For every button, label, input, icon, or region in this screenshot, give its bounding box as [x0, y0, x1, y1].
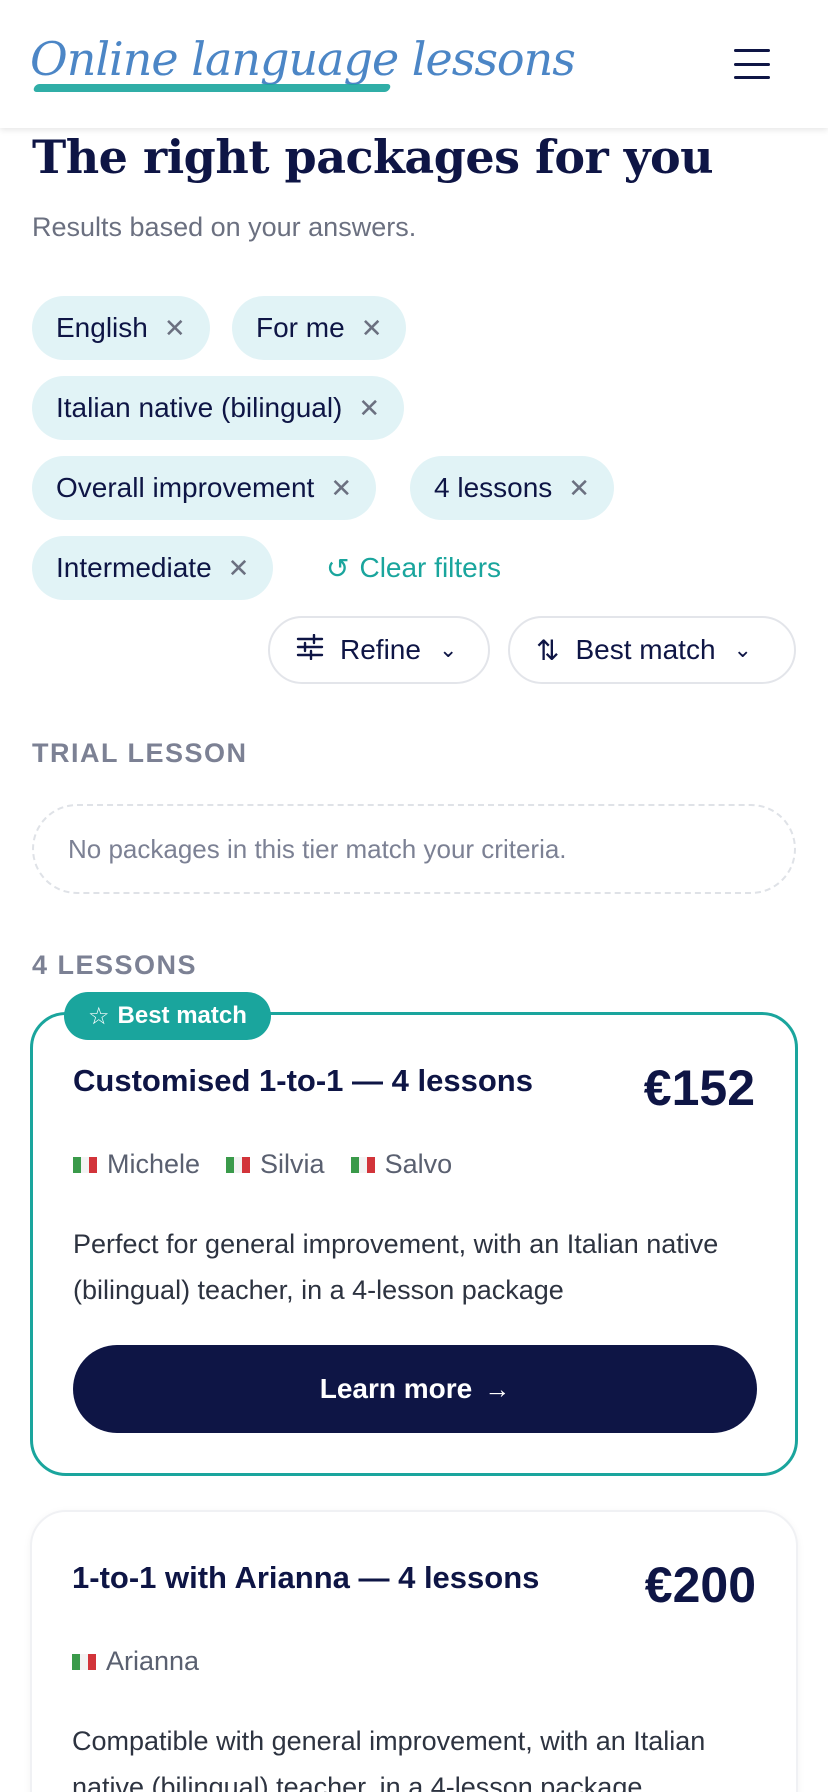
filter-chip-overall-improvement[interactable]: Overall improvement ✕: [32, 456, 377, 520]
badge-label: Best match: [117, 1002, 247, 1029]
package-card-best-match[interactable]: Customised 1-to-1 — 4 lessons €152 Miche…: [30, 1012, 798, 1476]
package-title: 1-to-1 with Arianna — 4 lessons: [72, 1560, 540, 1595]
italy-flag-icon: [73, 1156, 97, 1173]
tier-label-4-lessons: 4 LESSONS: [32, 950, 198, 980]
tier-label-trial: TRIAL LESSON: [32, 738, 248, 768]
teacher-name: Silvia: [260, 1149, 325, 1179]
teacher-name: Arianna: [106, 1646, 200, 1676]
package-price: €152: [643, 1060, 755, 1116]
learn-more-button[interactable]: Learn more →: [73, 1345, 757, 1433]
hamburger-menu-icon[interactable]: [732, 44, 772, 84]
sort-button[interactable]: ⇅ Best match ⌄: [508, 616, 796, 684]
package-description: Perfect for general improvement, with an…: [73, 1229, 719, 1305]
empty-tier-message: No packages in this tier match your crit…: [32, 804, 796, 894]
site-header: Online language lessons: [0, 0, 828, 128]
teacher-item: Silvia: [226, 1149, 325, 1180]
chip-label: 4 lessons: [434, 472, 553, 503]
chip-label: For me: [256, 312, 345, 343]
clear-filters-label: Clear filters: [359, 552, 502, 583]
refine-button[interactable]: Refine ⌄: [268, 616, 490, 684]
teacher-list: Arianna: [72, 1646, 199, 1677]
close-icon[interactable]: ✕: [164, 313, 186, 344]
italy-flag-icon: [72, 1653, 96, 1670]
package-description: Compatible with general improvement, wit…: [72, 1726, 706, 1792]
package-price: €200: [644, 1557, 756, 1613]
italy-flag-icon: [226, 1156, 251, 1173]
italy-flag-icon: [350, 1156, 375, 1173]
chip-label: Overall improvement: [56, 472, 315, 503]
refine-label: Refine: [340, 634, 421, 665]
close-icon[interactable]: ✕: [228, 553, 250, 584]
learn-more-label: Learn more: [319, 1373, 473, 1404]
chevron-down-icon: ⌄: [438, 637, 458, 662]
sort-arrows-icon: ⇅: [536, 634, 560, 666]
teacher-name: Michele: [107, 1149, 201, 1179]
filter-chip-italian-native[interactable]: Italian native (bilingual) ✕: [32, 376, 405, 440]
close-icon[interactable]: ✕: [361, 313, 383, 344]
teacher-item: Arianna: [72, 1646, 199, 1677]
arrow-right-icon: →: [484, 1373, 511, 1404]
filter-chip-4-lessons[interactable]: 4 lessons ✕: [410, 456, 615, 520]
chip-label: Intermediate: [56, 552, 212, 583]
site-logo[interactable]: Online language lessons: [30, 28, 576, 98]
star-icon: ☆: [88, 1002, 110, 1030]
page-subtitle: Results based on your answers.: [32, 212, 417, 242]
sort-label: Best match: [575, 634, 716, 665]
teacher-list: Michele Silvia Salvo: [73, 1149, 452, 1180]
page-title: The right packages for you: [32, 130, 714, 184]
teacher-item: Salvo: [350, 1149, 453, 1180]
close-icon[interactable]: ✕: [358, 393, 380, 424]
teacher-name: Salvo: [384, 1149, 453, 1179]
logo-underline: [32, 84, 392, 92]
chip-label: English: [56, 312, 148, 343]
filter-chip-intermediate[interactable]: Intermediate ✕: [32, 536, 274, 600]
clear-filters-button[interactable]: ↺ Clear filters: [326, 536, 501, 600]
reset-icon: ↺: [326, 552, 350, 584]
chevron-down-icon: ⌄: [733, 637, 752, 662]
filter-chip-for-me[interactable]: For me ✕: [232, 296, 407, 360]
logo-text: Online language lessons: [30, 32, 576, 86]
best-match-badge: ☆ Best match: [64, 992, 271, 1040]
teacher-item: Michele: [73, 1149, 200, 1180]
filter-chip-english[interactable]: English ✕: [32, 296, 210, 360]
package-title: Customised 1-to-1 — 4 lessons: [73, 1063, 533, 1098]
empty-message-text: No packages in this tier match your crit…: [68, 833, 567, 864]
close-icon[interactable]: ✕: [568, 473, 590, 504]
package-card[interactable]: 1-to-1 with Arianna — 4 lessons €200 Ari…: [30, 1510, 798, 1792]
chip-label: Italian native (bilingual): [56, 392, 343, 423]
sliders-icon: [296, 633, 324, 667]
close-icon[interactable]: ✕: [330, 473, 352, 504]
